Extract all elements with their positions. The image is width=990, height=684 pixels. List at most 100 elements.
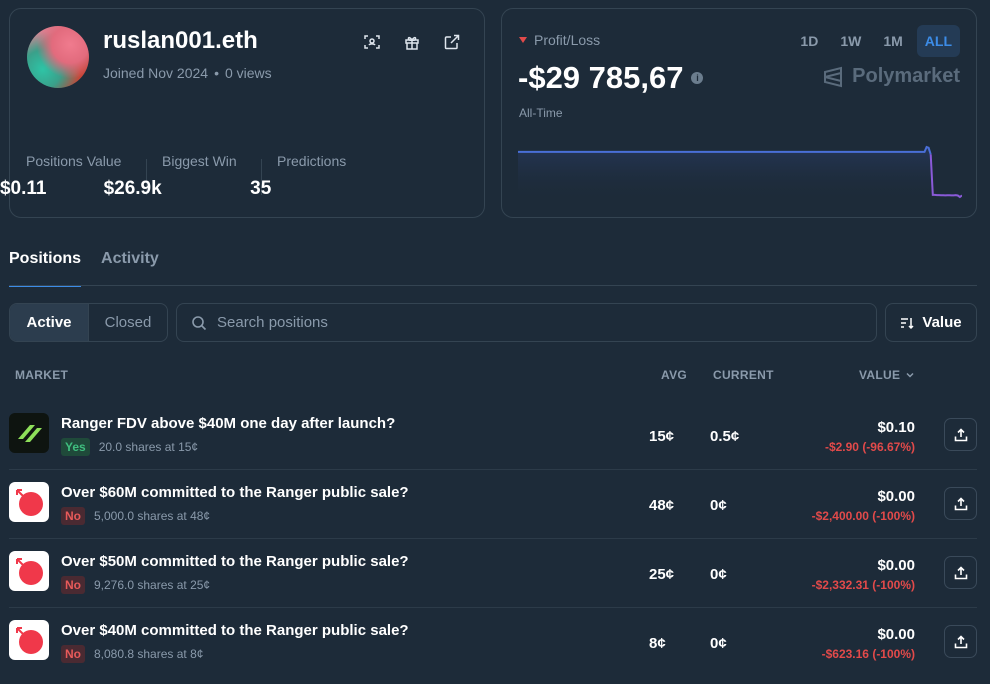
header-value[interactable]: VALUE (859, 368, 915, 382)
range-tab-1d[interactable]: 1D (792, 25, 826, 57)
shares-info: 5,000.0 shares at 48¢ (94, 509, 211, 523)
separator-dot: • (214, 65, 219, 81)
ranger-sale-icon (9, 620, 49, 660)
market-subtitle: No 5,000.0 shares at 48¢ (61, 507, 210, 525)
header-avg[interactable]: AVG (661, 368, 687, 382)
avg-price: 25¢ (649, 566, 675, 583)
search-icon (192, 315, 207, 330)
range-tab-all[interactable]: ALL (916, 25, 960, 57)
brand-name: Polymarket (852, 65, 960, 87)
market-subtitle: Yes 20.0 shares at 15¢ (61, 438, 198, 456)
chart-area (518, 147, 962, 201)
stat-label: Biggest Win (162, 153, 237, 169)
range-tabs: 1D 1W 1M ALL (792, 25, 960, 57)
position-value: $0.00 (877, 626, 915, 643)
position-pnl: -$2,400.00 (-100%) (811, 509, 915, 523)
pnl-chart (518, 145, 962, 201)
main-tabs: Positions Activity (9, 250, 159, 287)
market-title[interactable]: Over $60M committed to the Ranger public… (61, 484, 409, 501)
position-pnl: -$623.16 (-100%) (821, 647, 915, 661)
share-button[interactable] (944, 556, 977, 589)
chevron-down-icon (906, 372, 914, 378)
profile-card: ruslan001.eth Joined Nov 2024 • 0 views Po… (0, 8, 485, 218)
avg-price: 8¢ (649, 635, 666, 652)
share-icon (954, 496, 967, 510)
stat-value: $0.11 (0, 178, 47, 199)
shares-info: 9,276.0 shares at 25¢ (94, 578, 211, 592)
share-button[interactable] (944, 418, 977, 451)
ranger-sale-icon (9, 551, 49, 591)
outcome-badge: No (61, 576, 85, 594)
avatar[interactable] (27, 26, 89, 88)
tab-activity[interactable]: Activity (101, 250, 159, 287)
outcome-badge: No (61, 507, 85, 525)
market-subtitle: No 9,276.0 shares at 25¢ (61, 576, 210, 594)
polymarket-logo-icon (824, 66, 843, 87)
stat-value: 35 (250, 178, 272, 199)
market-subtitle: No 8,080.8 shares at 8¢ (61, 645, 203, 663)
search-box (176, 303, 877, 342)
outcome-badge: No (61, 645, 85, 663)
position-value: $0.00 (877, 488, 915, 505)
outcome-badge: Yes (61, 438, 90, 456)
pnl-period: All-Time (519, 106, 563, 120)
status-filter: Active Closed (9, 303, 168, 342)
sort-button[interactable]: Value (885, 303, 977, 342)
filter-closed-button[interactable]: Closed (88, 304, 167, 341)
range-tab-1m[interactable]: 1M (875, 25, 910, 57)
filter-active-button[interactable]: Active (10, 304, 88, 341)
search-input[interactable] (217, 314, 817, 331)
current-price: 0¢ (710, 566, 727, 583)
stat-biggest-win: Biggest Win $26.9k (104, 153, 237, 199)
pnl-title: Profit/Loss (519, 32, 600, 48)
current-price: 0.5¢ (710, 428, 740, 445)
market-title[interactable]: Ranger FDV above $40M one day after laun… (61, 415, 395, 432)
position-value: $0.00 (877, 557, 915, 574)
table-row[interactable]: Over $40M committed to the Ranger public… (0, 608, 990, 677)
stat-label: Positions Value (26, 153, 122, 169)
pnl-amount: -$29 785,67 (518, 60, 684, 95)
current-price: 0¢ (710, 635, 727, 652)
header-current[interactable]: CURRENT (713, 368, 774, 382)
table-row[interactable]: Over $60M committed to the Ranger public… (0, 470, 990, 539)
down-triangle-icon (519, 37, 527, 43)
shares-info: 20.0 shares at 15¢ (98, 440, 199, 454)
share-icon (954, 427, 967, 441)
tab-positions[interactable]: Positions (9, 250, 82, 287)
views-count: 0 views (224, 65, 272, 81)
avg-price: 15¢ (649, 428, 675, 445)
stat-predictions: Predictions 35 (250, 153, 346, 199)
stat-value: $26.9k (103, 178, 162, 199)
pnl-value: -$29 785,67 i (518, 60, 704, 96)
table-row[interactable]: Ranger FDV above $40M one day after laun… (0, 401, 990, 470)
position-value: $0.10 (877, 419, 915, 436)
position-pnl: -$2,332.31 (-100%) (811, 578, 915, 592)
pnl-title-label: Profit/Loss (534, 32, 601, 48)
avg-price: 48¢ (649, 497, 675, 514)
table-row[interactable]: Over $50M committed to the Ranger public… (0, 539, 990, 608)
ranger-sale-icon (9, 482, 49, 522)
polymarket-brand: Polymarket (822, 65, 960, 88)
ranger-logo-icon (9, 413, 49, 453)
info-icon[interactable]: i (691, 72, 704, 84)
share-icon (954, 634, 967, 648)
joined-info: Joined Nov 2024 • 0 views (103, 65, 272, 81)
joined-date: Joined Nov 2024 (103, 65, 209, 81)
range-tab-1w[interactable]: 1W (832, 25, 869, 57)
current-price: 0¢ (710, 497, 727, 514)
external-link-icon[interactable] (442, 32, 462, 52)
stat-positions-value: Positions Value $0.11 (0, 153, 122, 199)
scan-icon[interactable] (362, 32, 382, 52)
tabs-divider (9, 285, 977, 286)
shares-info: 8,080.8 shares at 8¢ (94, 647, 204, 661)
market-title[interactable]: Over $50M committed to the Ranger public… (61, 553, 409, 570)
header-value-label: VALUE (859, 368, 901, 382)
pnl-card: Profit/Loss -$29 785,67 i All-Time 1D 1W… (501, 8, 977, 218)
share-button[interactable] (944, 487, 977, 520)
share-icon (954, 565, 967, 579)
username: ruslan001.eth (103, 27, 258, 54)
market-title[interactable]: Over $40M committed to the Ranger public… (61, 622, 409, 639)
sort-icon (901, 317, 914, 329)
share-button[interactable] (944, 625, 977, 658)
gift-icon[interactable] (402, 32, 422, 52)
